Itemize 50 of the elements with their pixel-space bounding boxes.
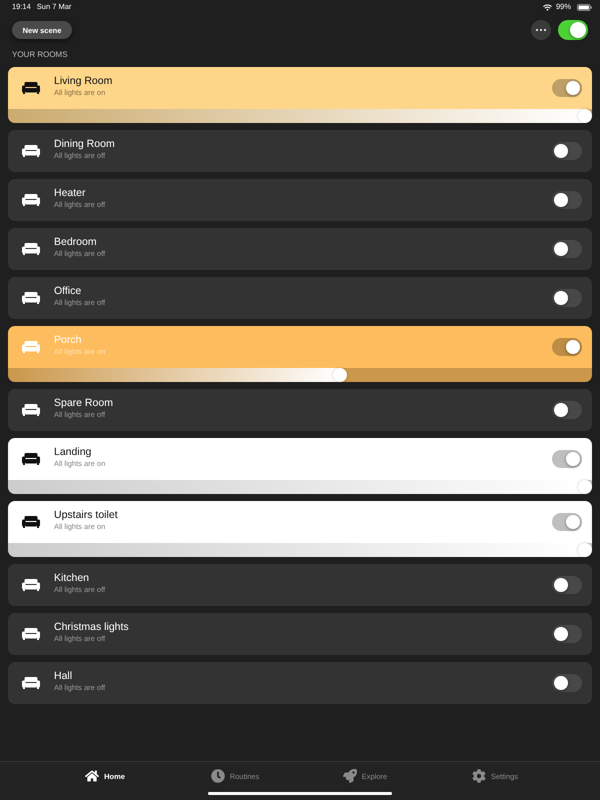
- slider-thumb[interactable]: [578, 109, 592, 123]
- sofa-icon: [22, 292, 40, 304]
- gear-icon: [472, 769, 486, 783]
- clock-icon: [210, 769, 225, 783]
- room-toggle[interactable]: [552, 240, 582, 258]
- room-name: Upstairs toilet: [54, 508, 119, 522]
- master-toggle[interactable]: [558, 20, 588, 40]
- sofa-icon: [22, 628, 40, 640]
- room-name: Dining Room: [54, 138, 116, 150]
- sofa-icon: [22, 82, 40, 94]
- sofa-icon: [22, 243, 40, 255]
- more-button[interactable]: [531, 20, 551, 40]
- sofa-icon: [22, 404, 40, 416]
- room-name: Landing: [54, 446, 92, 458]
- wifi-icon: [542, 4, 552, 10]
- room-toggle[interactable]: [552, 191, 582, 209]
- room-toggle[interactable]: [552, 576, 582, 594]
- sofa-icon: [22, 194, 40, 206]
- room-toggle[interactable]: [552, 289, 582, 307]
- sofa-icon: [22, 341, 40, 353]
- room-name: Porch: [54, 334, 82, 346]
- room-toggle[interactable]: [552, 338, 582, 356]
- room-name: Christmas lights: [54, 620, 130, 634]
- room-name: Bedroom: [54, 236, 98, 248]
- room-toggle[interactable]: [552, 142, 582, 160]
- slider-thumb[interactable]: [578, 480, 592, 494]
- sofa-icon: [22, 579, 40, 591]
- sofa-icon: [22, 453, 40, 465]
- room-name: Office: [54, 284, 82, 298]
- battery-icon: [577, 4, 592, 10]
- slider-thumb[interactable]: [332, 368, 347, 382]
- room-toggle[interactable]: [552, 625, 582, 643]
- room-toggle[interactable]: [552, 513, 582, 531]
- room-name: Heater: [54, 186, 87, 200]
- brightness-slider[interactable]: [8, 368, 592, 382]
- room-name: Hall: [54, 670, 74, 682]
- sofa-icon: [22, 516, 40, 528]
- room-toggle[interactable]: [552, 79, 582, 97]
- room-toggle[interactable]: [552, 401, 582, 419]
- sofa-icon: [22, 145, 40, 157]
- section-title: YOUR ROOMS: [12, 50, 69, 60]
- slider-thumb[interactable]: [578, 543, 592, 557]
- room-toggle[interactable]: [552, 450, 582, 468]
- rocket-icon: [342, 769, 357, 783]
- room-name: Living Room: [54, 74, 114, 88]
- room-toggle[interactable]: [552, 674, 582, 692]
- room-name: Kitchen: [54, 572, 90, 584]
- home-icon: [85, 769, 100, 783]
- sofa-icon: [22, 677, 40, 689]
- room-name: Spare Room: [54, 396, 114, 410]
